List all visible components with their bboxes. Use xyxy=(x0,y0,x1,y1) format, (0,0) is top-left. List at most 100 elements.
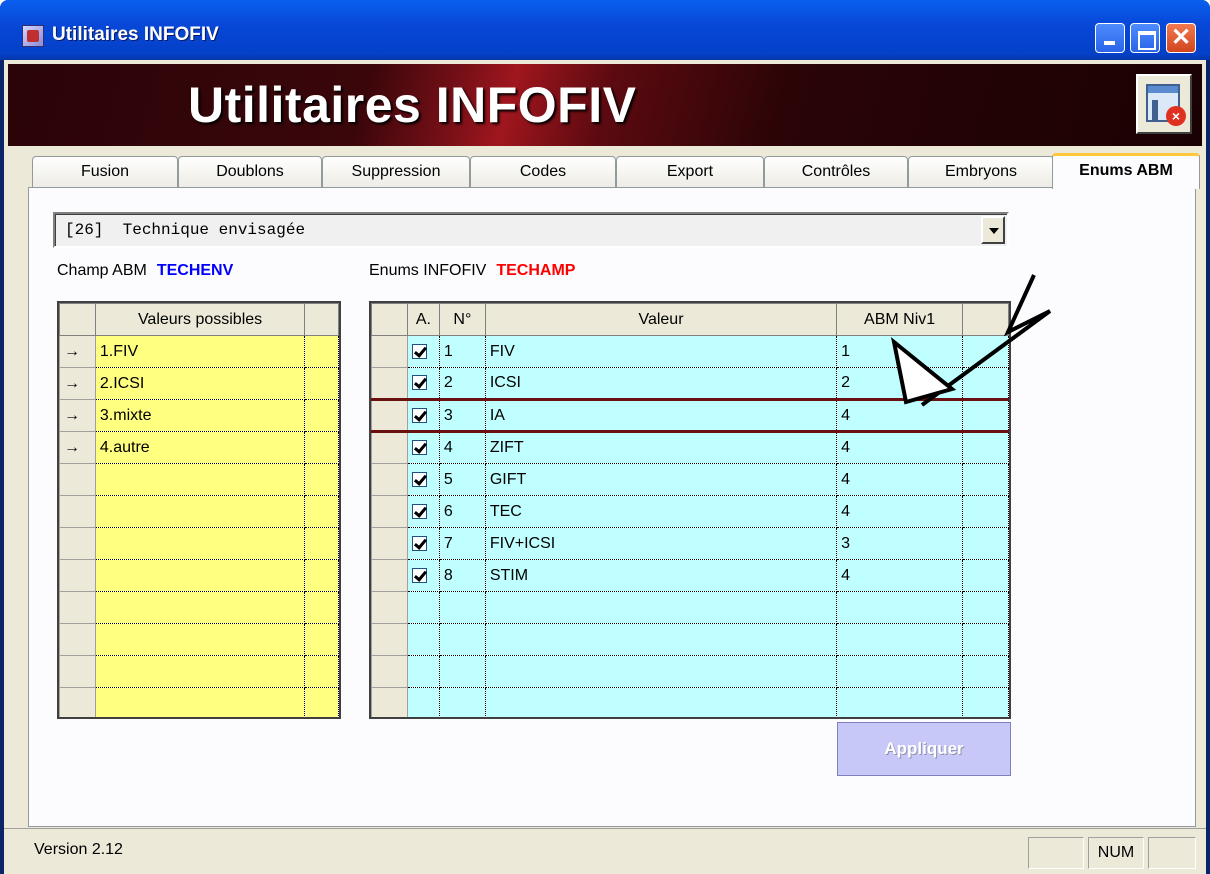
row-indicator[interactable] xyxy=(59,495,96,528)
tab-suppression[interactable]: Suppression xyxy=(322,156,470,188)
checkmark-icon[interactable] xyxy=(411,471,427,487)
cell-extra[interactable] xyxy=(962,367,1009,400)
cell-numero[interactable]: 7 xyxy=(439,527,486,560)
abm-values-grid[interactable]: Valeurs possibles → 1.FIV → 2.ICSI → 3.mixte →… xyxy=(57,301,341,719)
cell-valeur[interactable] xyxy=(485,591,838,624)
apply-button[interactable]: Appliquer xyxy=(837,722,1011,776)
table-row[interactable]: → 2.ICSI xyxy=(59,367,339,400)
checkmark-icon[interactable] xyxy=(411,375,427,391)
table-row[interactable] xyxy=(371,623,1009,656)
cell-valeur[interactable]: IA xyxy=(485,398,838,433)
row-indicator[interactable] xyxy=(59,655,96,688)
checkmark-icon[interactable] xyxy=(411,567,427,583)
cell-numero[interactable]: 4 xyxy=(439,431,486,464)
cell-active-checkbox[interactable] xyxy=(407,495,440,528)
table-row[interactable]: 8 STIM 4 xyxy=(371,559,1009,592)
cell-valeur[interactable]: TEC xyxy=(485,495,838,528)
cell-valeur[interactable]: ZIFT xyxy=(485,431,838,464)
cell-extra[interactable] xyxy=(304,399,339,432)
cell-extra[interactable] xyxy=(304,623,339,656)
enum-select[interactable]: [26] Technique envisagée xyxy=(53,212,1009,248)
tab-controles[interactable]: Contrôles xyxy=(764,156,908,188)
checkmark-icon[interactable] xyxy=(411,440,427,456)
cell-extra[interactable] xyxy=(962,335,1009,368)
chevron-down-icon[interactable] xyxy=(981,216,1005,244)
table-row[interactable] xyxy=(59,463,339,496)
column-header-n[interactable]: N° xyxy=(438,303,486,336)
cell-numero[interactable] xyxy=(439,591,486,624)
cell-valeur[interactable]: GIFT xyxy=(485,463,838,496)
cell-valeur-possible[interactable] xyxy=(95,527,306,560)
column-header-valeurs-possibles[interactable]: Valeurs possibles xyxy=(94,303,306,336)
row-indicator[interactable] xyxy=(371,463,408,496)
row-indicator[interactable] xyxy=(371,559,408,592)
row-indicator[interactable] xyxy=(59,591,96,624)
table-row[interactable] xyxy=(371,655,1009,688)
cell-extra[interactable] xyxy=(304,495,339,528)
cell-active-checkbox[interactable] xyxy=(407,463,440,496)
cell-extra[interactable] xyxy=(962,398,1009,433)
cell-valeur-possible[interactable] xyxy=(95,463,306,496)
table-row[interactable]: 2 ICSI 2 xyxy=(371,367,1009,400)
cell-numero[interactable] xyxy=(439,623,486,656)
column-header-abm-niv1[interactable]: ABM Niv1 xyxy=(836,303,964,336)
row-indicator[interactable] xyxy=(371,367,408,400)
table-row[interactable] xyxy=(371,591,1009,624)
cell-extra[interactable] xyxy=(962,495,1009,528)
row-indicator[interactable] xyxy=(371,495,408,528)
minimize-button[interactable] xyxy=(1095,23,1125,53)
cell-extra[interactable] xyxy=(304,431,339,464)
table-row[interactable] xyxy=(371,687,1009,717)
cell-extra[interactable] xyxy=(304,655,339,688)
cell-active-checkbox[interactable] xyxy=(407,623,440,656)
row-indicator[interactable]: → xyxy=(59,399,96,432)
cell-active-checkbox[interactable] xyxy=(407,367,440,400)
row-indicator[interactable]: → xyxy=(59,367,96,400)
table-row[interactable]: → 1.FIV xyxy=(59,335,339,368)
cell-valeur-possible[interactable]: 3.mixte xyxy=(95,399,306,432)
cell-valeur-possible[interactable]: 4.autre xyxy=(95,431,306,464)
cell-abm-niv1[interactable]: 4 xyxy=(836,559,964,592)
maximize-button[interactable] xyxy=(1130,23,1160,53)
cell-extra[interactable] xyxy=(962,623,1009,656)
cell-abm-niv1[interactable]: 3 xyxy=(836,527,964,560)
cell-numero[interactable]: 3 xyxy=(439,398,486,433)
cell-active-checkbox[interactable] xyxy=(407,398,440,433)
row-indicator[interactable] xyxy=(371,687,408,717)
cell-abm-niv1[interactable] xyxy=(836,591,964,624)
cell-extra[interactable] xyxy=(304,527,339,560)
cell-valeur-possible[interactable] xyxy=(95,687,306,717)
checkmark-icon[interactable] xyxy=(411,343,427,359)
tab-fusion[interactable]: Fusion xyxy=(32,156,178,188)
table-row[interactable] xyxy=(59,559,339,592)
row-indicator[interactable] xyxy=(371,591,408,624)
cell-abm-niv1[interactable] xyxy=(836,623,964,656)
tab-enums-abm[interactable]: Enums ABM xyxy=(1052,153,1200,189)
cell-numero[interactable]: 6 xyxy=(439,495,486,528)
tab-codes[interactable]: Codes xyxy=(470,156,616,188)
table-row[interactable] xyxy=(59,655,339,688)
checkmark-icon[interactable] xyxy=(411,503,427,519)
cell-valeur[interactable] xyxy=(485,623,838,656)
cell-extra[interactable] xyxy=(304,463,339,496)
cell-numero[interactable]: 8 xyxy=(439,559,486,592)
cell-abm-niv1[interactable]: 1 xyxy=(836,335,964,368)
cell-abm-niv1[interactable]: 4 xyxy=(836,463,964,496)
app-icon[interactable] xyxy=(22,25,44,47)
cell-valeur[interactable] xyxy=(485,687,838,717)
cell-abm-niv1[interactable]: 4 xyxy=(836,495,964,528)
cell-numero[interactable]: 5 xyxy=(439,463,486,496)
table-row[interactable] xyxy=(59,495,339,528)
table-row[interactable]: 4 ZIFT 4 xyxy=(371,431,1009,464)
table-row[interactable] xyxy=(59,687,339,717)
cell-extra[interactable] xyxy=(304,687,339,717)
checkmark-icon[interactable] xyxy=(411,535,427,551)
table-row[interactable]: → 4.autre xyxy=(59,431,339,464)
cell-valeur-possible[interactable] xyxy=(95,559,306,592)
exit-button[interactable]: × xyxy=(1136,74,1192,134)
cell-extra[interactable] xyxy=(962,655,1009,688)
cell-active-checkbox[interactable] xyxy=(407,655,440,688)
cell-abm-niv1[interactable] xyxy=(836,655,964,688)
table-row[interactable] xyxy=(59,623,339,656)
title-bar[interactable]: Utilitaires INFOFIV ✕ xyxy=(0,0,1210,60)
